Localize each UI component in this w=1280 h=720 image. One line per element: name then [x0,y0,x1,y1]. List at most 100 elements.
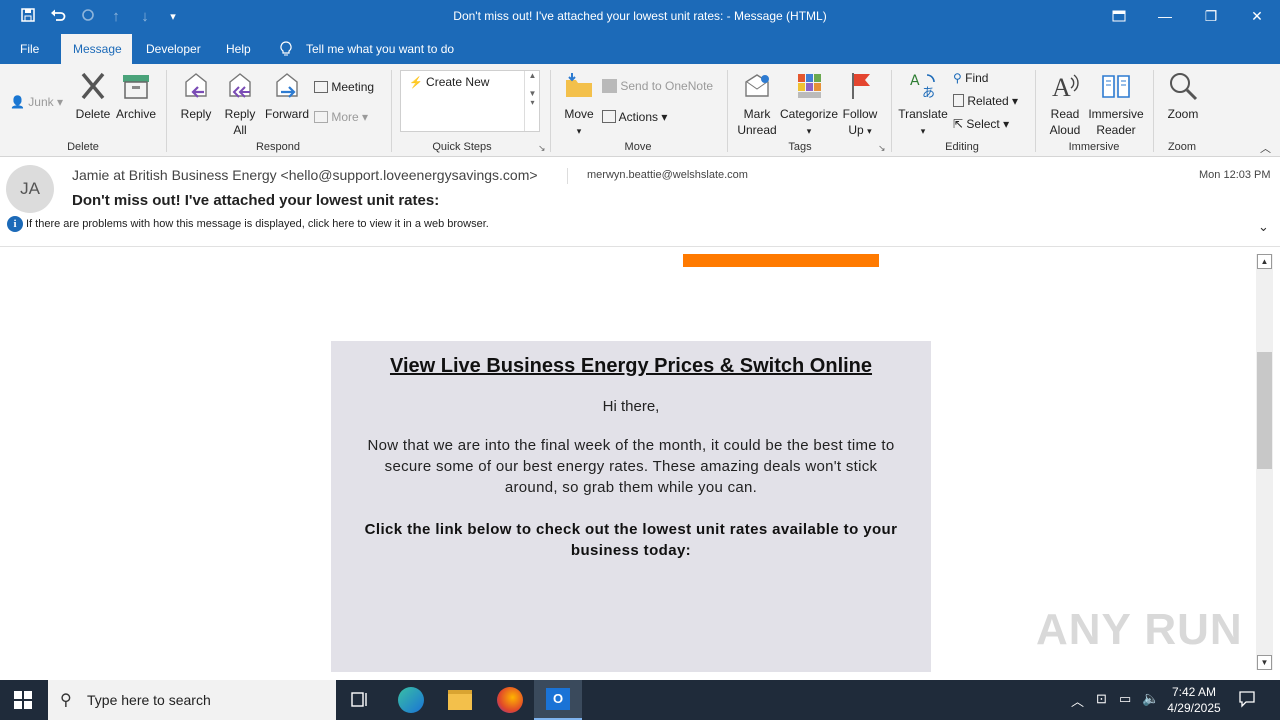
firefox-icon[interactable] [497,687,523,713]
device-icon[interactable]: ⊡ [1096,691,1107,707]
quick-steps-scroll[interactable]: ▲ ▼ ▾ [524,71,540,131]
email-greeting: Hi there, [602,398,660,415]
more-respond-button[interactable]: More ▾ [314,107,368,127]
reply-icon [185,73,207,98]
scroll-up-icon[interactable]: ▲ [1257,254,1272,269]
quick-step-create-new[interactable]: ⚡ Create New [409,75,489,89]
tab-developer[interactable]: Developer [134,34,213,64]
send-to-onenote-button[interactable]: Send to OneNote [602,76,713,96]
group-label-quick-steps: Quick Steps [432,141,492,153]
close-button[interactable]: ✕ [1234,0,1280,32]
email-headline-link[interactable]: View Live Business Energy Prices & Switc… [331,355,931,378]
meeting-label: Meeting [331,80,375,94]
minimize-button[interactable]: — [1142,0,1188,32]
immersive-reader-label-2: Reader [1096,123,1136,137]
restore-button[interactable]: ❐ [1188,0,1234,32]
group-label-tags: Tags [788,141,812,153]
move-button[interactable]: Move ▾ [560,70,598,139]
collapse-ribbon-icon[interactable]: ︿ [1260,140,1271,156]
follow-up-label-2: Up [848,123,864,137]
group-label-respond: Respond [255,141,301,153]
sender[interactable]: Jamie at British Business Energy <hello@… [72,167,538,183]
message-date: Mon 12:03 PM [1199,169,1271,181]
move-label: Move [564,107,594,121]
actions-button[interactable]: Actions ▾ [602,107,667,127]
separator [567,168,568,184]
tell-me-search[interactable]: Tell me what you want to do [306,34,454,64]
mark-unread-button[interactable]: Mark Unread [734,70,780,138]
flag-icon [852,73,870,99]
categorize-icon [798,74,821,98]
file-explorer-icon[interactable] [448,690,472,710]
reply-all-button[interactable]: Reply All [219,70,261,138]
forward-label: Forward [264,107,309,121]
delete-label: Delete [75,107,111,121]
categorize-button[interactable]: Categorize ▾ [780,70,838,139]
mark-unread-label-2: Unread [737,123,777,137]
recipient[interactable]: merwyn.beattie@welshslate.com [587,169,748,181]
clock-date: 4/29/2025 [1167,701,1221,715]
group-label-immersive: Immersive [1068,141,1120,153]
message-body: View Live Business Energy Prices & Switc… [0,247,1256,680]
mark-unread-label-1: Mark [743,107,771,121]
lightbulb-icon [280,41,292,60]
separator [1153,70,1154,152]
scrollbar-thumb[interactable] [1257,352,1272,469]
delete-button[interactable]: Delete [72,70,114,122]
send-to-onenote-label: Send to OneNote [620,79,714,93]
junk-button[interactable]: 👤 Junk ▾ [10,92,63,112]
tab-message[interactable]: Message [61,34,132,64]
show-hidden-icons-icon[interactable]: ︿ [1071,691,1084,710]
title-bar: ↑ ↓ ▾ Don't miss out! I've attached your… [0,0,1280,34]
group-label-delete: Delete [67,141,99,153]
outlook-taskbar-button[interactable]: O [534,680,582,720]
find-button[interactable]: ⚲ Find [953,68,988,88]
zoom-button[interactable]: Zoom [1162,70,1204,122]
notifications-icon[interactable] [1238,690,1256,713]
translate-label: Translate [898,107,948,121]
edge-icon[interactable] [398,687,424,713]
find-icon: ⚲ [953,71,962,85]
read-aloud-button[interactable]: A Read Aloud [1043,70,1087,138]
separator [891,70,892,152]
select-button[interactable]: ⇱ Select ▾ [953,114,1009,134]
task-view-icon[interactable] [350,690,370,715]
follow-up-button[interactable]: Follow Up ▾ [840,70,880,139]
group-label-editing: Editing [945,141,979,153]
follow-up-label-1: Follow [842,107,878,121]
network-icon[interactable]: ▭ [1119,691,1131,707]
zoom-label: Zoom [1167,107,1199,121]
ribbon-display-options-button[interactable] [1096,0,1142,32]
tab-file[interactable]: File [8,34,51,64]
read-aloud-icon: A [1052,73,1079,102]
meeting-button[interactable]: Meeting [314,77,374,97]
svg-text:あ: あ [922,86,935,101]
expand-header-icon[interactable]: ⌄ [1258,219,1269,235]
avatar: JA [6,165,54,213]
clock[interactable]: 7:42 AM 4/29/2025 [1164,684,1224,716]
create-new-label: Create New [426,75,490,89]
tags-launcher-icon[interactable]: ↘ [878,143,886,154]
anyrun-watermark: ANY RUN [1036,605,1243,654]
quick-steps-launcher-icon[interactable]: ↘ [538,143,546,154]
quick-steps-gallery[interactable]: ⚡ Create New ▲ ▼ ▾ [400,70,540,132]
archive-button[interactable]: Archive [114,70,158,122]
orange-banner [683,254,879,267]
immersive-reader-button[interactable]: Immersive Reader [1086,70,1146,138]
mark-unread-icon [745,74,769,97]
reply-label: Reply [180,107,212,121]
info-bar[interactable]: If there are problems with how this mess… [26,218,489,230]
forward-button[interactable]: Forward [264,70,310,122]
cursor-icon: ⇱ [953,117,964,131]
taskbar: ⚲ Type here to search O ︿ ⊡ ▭ 🔈 7:42 AM … [0,680,1280,720]
windows-start-icon[interactable] [14,691,32,714]
separator [391,70,392,152]
tab-help[interactable]: Help [214,34,263,64]
scroll-down-icon[interactable]: ▼ [1257,655,1272,670]
taskbar-search[interactable]: ⚲ Type here to search [48,680,336,720]
related-button[interactable]: Related ▾ [953,91,1018,111]
volume-icon[interactable]: 🔈 [1142,690,1159,707]
reply-button[interactable]: Reply [176,70,216,122]
vertical-scrollbar[interactable]: ▲ ▼ [1256,254,1273,670]
translate-button[interactable]: Aあ Translate ▾ [898,70,948,139]
